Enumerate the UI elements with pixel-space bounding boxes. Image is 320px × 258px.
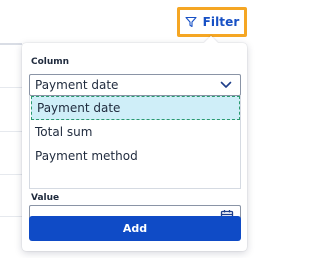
background-table-row-line	[0, 216, 22, 217]
background-table-column	[0, 43, 22, 258]
column-label: Column	[31, 57, 70, 67]
add-button[interactable]: Add	[29, 216, 241, 241]
filter-icon	[185, 16, 197, 28]
column-select-value: Payment date	[35, 78, 119, 92]
background-table-row-line	[0, 131, 22, 132]
popover-arrow	[203, 35, 219, 51]
value-label: Value	[31, 193, 60, 203]
column-select[interactable]: Payment date	[29, 74, 241, 96]
column-option-payment-date[interactable]: Payment date	[31, 96, 240, 120]
background-table-row-line	[0, 174, 22, 175]
background-table-row-line	[0, 87, 22, 88]
filter-button[interactable]: Filter	[177, 7, 247, 37]
filter-button-label: Filter	[202, 15, 240, 29]
column-option-payment-method[interactable]: Payment method	[30, 144, 240, 168]
column-dropdown-list: Payment date Total sum Payment method	[29, 96, 241, 189]
filter-popover: Column Payment date Payment date Total s…	[22, 35, 247, 251]
chevron-down-icon	[220, 81, 232, 88]
add-button-label: Add	[122, 222, 148, 235]
column-option-label: Total sum	[35, 125, 93, 139]
column-option-total-sum[interactable]: Total sum	[30, 120, 240, 144]
column-option-label: Payment date	[37, 101, 121, 115]
background-table-header-line	[0, 43, 22, 45]
column-option-label: Payment method	[35, 149, 138, 163]
